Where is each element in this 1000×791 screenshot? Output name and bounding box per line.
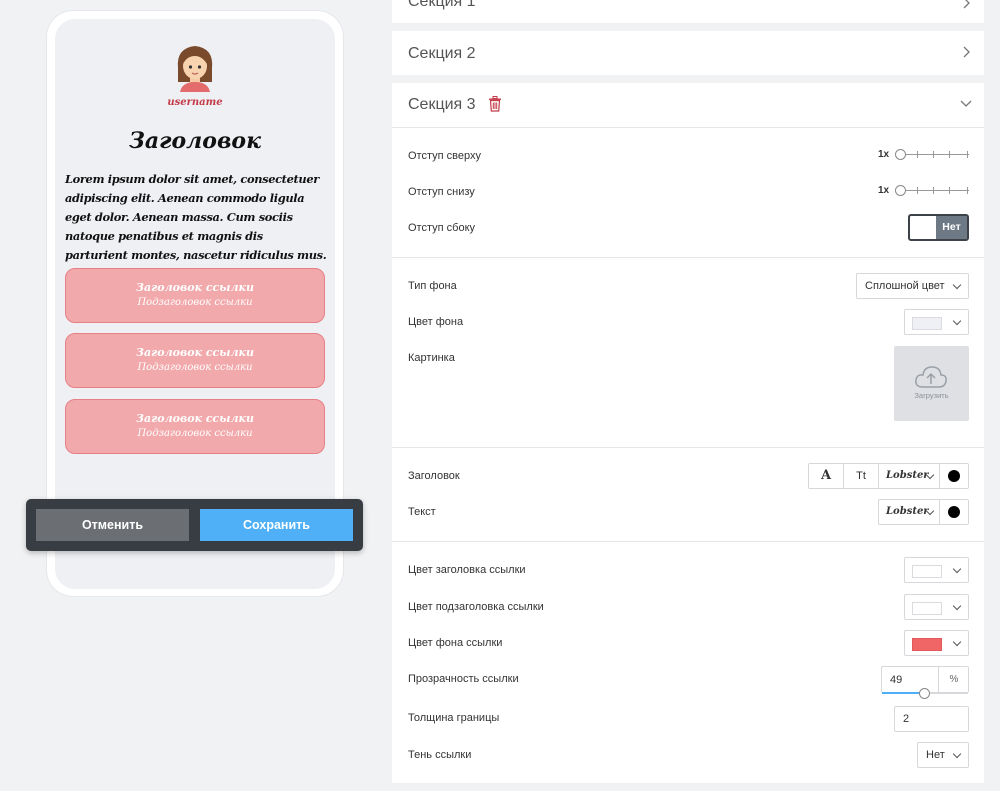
text-font-controls: Lobster	[878, 499, 969, 525]
link-title: Заголовок ссылки	[136, 346, 254, 359]
cloud-upload-icon	[915, 366, 947, 388]
padding-bottom-slider[interactable]	[895, 184, 969, 196]
select-value: Сплошной цвет	[865, 280, 945, 292]
chevron-right-icon	[963, 0, 970, 9]
border-width-input[interactable]: 2	[894, 706, 969, 732]
slider-knob[interactable]	[895, 149, 906, 160]
color-swatch	[912, 638, 942, 651]
bg-color-picker[interactable]	[904, 309, 969, 335]
chevron-down-icon	[952, 564, 962, 574]
divider	[392, 257, 984, 258]
link-title-color-label: Цвет заголовка ссылки	[408, 564, 526, 576]
preview-username: username	[167, 97, 223, 108]
color-swatch	[912, 602, 942, 615]
save-button[interactable]: Сохранить	[200, 509, 353, 541]
section-3-header[interactable]: Секция 3	[392, 83, 984, 127]
divider	[392, 541, 984, 542]
border-width-label: Толщина границы	[408, 712, 500, 724]
link-title-color-picker[interactable]	[904, 557, 969, 583]
heading-color-dot[interactable]	[948, 470, 960, 482]
link-bg-color-label: Цвет фона ссылки	[408, 637, 503, 649]
preview-link-3[interactable]: Заголовок ссылки Подзаголовок ссылки	[65, 399, 325, 454]
link-subtitle: Подзаголовок ссылки	[137, 428, 253, 439]
section-title: Секция 3	[408, 96, 476, 113]
padding-top-slider[interactable]	[895, 148, 969, 160]
padding-top-label: Отступ сверху	[408, 150, 481, 162]
slider-knob[interactable]	[919, 688, 931, 699]
preview-title: Заголовок	[129, 128, 261, 154]
bg-color-label: Цвет фона	[408, 316, 464, 328]
link-subtitle: Подзаголовок ссылки	[137, 362, 253, 373]
preview-link-1[interactable]: Заголовок ссылки Подзаголовок ссылки	[65, 268, 325, 323]
chevron-down-icon	[960, 100, 972, 107]
link-title: Заголовок ссылки	[136, 412, 254, 425]
cancel-button[interactable]: Отменить	[36, 509, 189, 541]
select-value: Нет	[926, 749, 945, 761]
bold-toggle[interactable]: A	[809, 464, 844, 488]
text-font-select[interactable]: Lobster	[879, 500, 940, 524]
padding-bottom-label: Отступ снизу	[408, 186, 475, 198]
avatar	[177, 46, 213, 92]
color-swatch	[912, 565, 942, 578]
color-swatch	[912, 317, 942, 330]
text-case-toggle[interactable]: Tt	[844, 464, 879, 488]
link-bg-color-picker[interactable]	[904, 630, 969, 656]
padding-top-value: 1x	[878, 149, 890, 160]
padding-side-label: Отступ сбоку	[408, 222, 475, 234]
chevron-down-icon	[952, 637, 962, 647]
divider	[392, 447, 984, 448]
heading-font-label: Заголовок	[408, 470, 460, 482]
slider-fill	[882, 692, 925, 694]
link-opacity-slider[interactable]	[882, 688, 968, 699]
bg-type-select[interactable]: Сплошной цвет	[856, 273, 969, 299]
section-1-header[interactable]: Секция 1	[392, 0, 984, 23]
divider	[392, 127, 984, 128]
chevron-down-icon	[952, 280, 962, 290]
link-subtitle: Подзаголовок ссылки	[137, 297, 253, 308]
chevron-down-icon	[952, 749, 962, 759]
text-color-dot[interactable]	[948, 506, 960, 518]
link-subtitle-color-picker[interactable]	[904, 594, 969, 620]
chevron-down-icon	[952, 316, 962, 326]
image-label: Картинка	[408, 352, 455, 364]
upload-label: Загрузить	[914, 391, 949, 400]
chevron-right-icon	[963, 46, 970, 58]
toggle-label: Нет	[936, 216, 967, 239]
border-width-value: 2	[903, 713, 910, 725]
link-subtitle-color-label: Цвет подзаголовка ссылки	[408, 601, 544, 613]
preview-text: Lorem ipsum dolor sit amet, consectetuer…	[65, 172, 327, 262]
action-bar: Отменить Сохранить	[26, 499, 363, 551]
padding-bottom-value: 1x	[878, 185, 890, 196]
link-shadow-select[interactable]: Нет	[917, 742, 969, 768]
trash-icon[interactable]	[488, 96, 502, 112]
link-shadow-label: Тень ссылки	[408, 749, 472, 761]
section-title: Секция 2	[408, 45, 476, 62]
section-3: Секция 3 Отступ сверху 1x Отступ снизу 1…	[392, 83, 984, 783]
chevron-down-icon	[952, 601, 962, 611]
link-title: Заголовок ссылки	[136, 281, 254, 294]
heading-font-controls: A Tt Lobster	[808, 463, 969, 489]
padding-side-toggle[interactable]: Нет	[908, 214, 969, 241]
opacity-value: 49	[890, 674, 903, 686]
section-2-header[interactable]: Секция 2	[392, 31, 984, 75]
preview-link-2[interactable]: Заголовок ссылки Подзаголовок ссылки	[65, 333, 325, 388]
font-name: Lobster	[886, 506, 929, 517]
slider-knob[interactable]	[895, 185, 906, 196]
link-opacity-label: Прозрачность ссылки	[408, 673, 519, 685]
font-name: Lobster	[886, 470, 929, 481]
heading-font-select[interactable]: Lobster	[879, 464, 940, 488]
image-upload[interactable]: Загрузить	[894, 346, 969, 421]
bg-type-label: Тип фона	[408, 280, 457, 292]
text-font-label: Текст	[408, 506, 436, 518]
section-title: Секция 1	[408, 0, 476, 10]
